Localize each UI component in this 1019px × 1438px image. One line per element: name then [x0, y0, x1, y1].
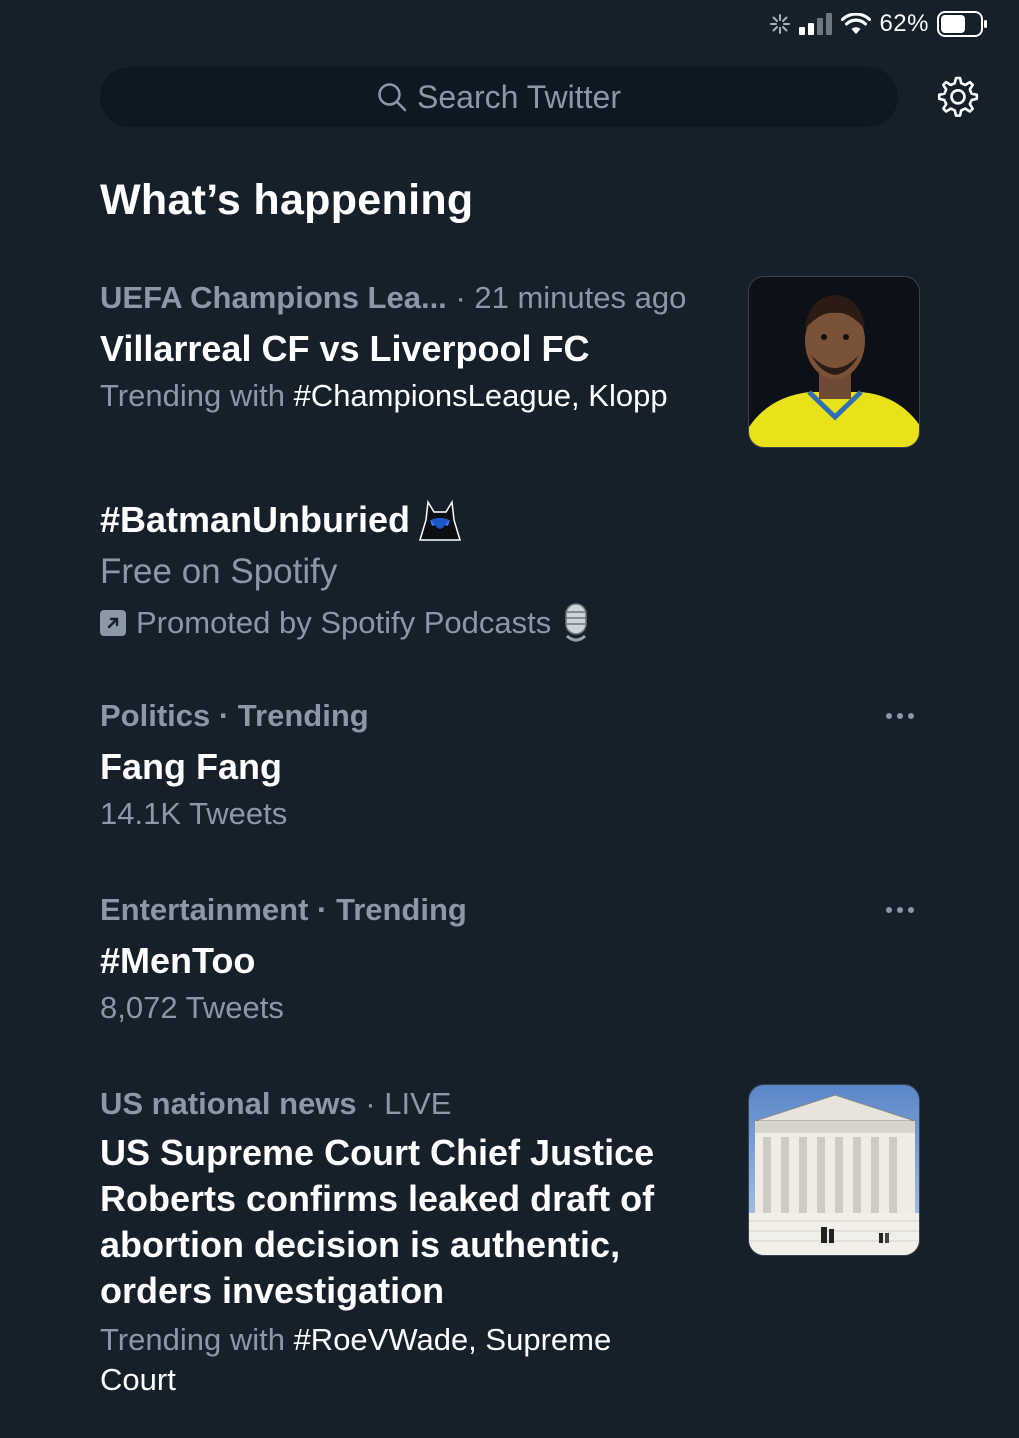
trend-tweet-count: 14.1K Tweets [100, 796, 288, 831]
wifi-icon [841, 13, 872, 34]
trend-item[interactable]: Politics · Trending Fang Fang 14.1K Twee… [100, 694, 920, 844]
trend-headline-row: #BatmanUnburied [100, 496, 920, 544]
trend-headline: Fang Fang [100, 746, 282, 787]
battery-icon [937, 11, 987, 37]
trend-category: Politics · Trending [100, 694, 920, 738]
trend-category: US national news [100, 1086, 357, 1121]
headline-line: Roberts confirms leaked draft of [100, 1178, 655, 1219]
trend-context-hashtags-cont: Court [100, 1362, 176, 1397]
gear-icon[interactable] [936, 75, 980, 119]
trend-item[interactable]: UEFA Champions Lea... · 21 minutes ago V… [100, 276, 920, 456]
trend-category-text: Entertainment · Trending [100, 892, 467, 927]
trend-context-hashtags: #ChampionsLeague, Klopp [293, 378, 668, 413]
status-bar: 62% [769, 8, 989, 40]
footballer-image [749, 277, 919, 447]
trend-thumbnail[interactable] [748, 1084, 920, 1256]
trend-category-text: Politics · Trending [100, 698, 369, 733]
batman-emoji-icon [419, 499, 462, 541]
microphone-emoji-icon [565, 603, 588, 642]
trend-context-prefix: Trending with [100, 1322, 294, 1357]
activity-icon [770, 14, 791, 34]
search-placeholder: Search Twitter [417, 78, 621, 115]
section-title: What’s happening [100, 176, 474, 224]
trend-item[interactable]: Entertainment · Trending #MenToo 8,072 T… [100, 888, 920, 1038]
trend-tweet-count: 8,072 Tweets [100, 990, 284, 1025]
headline-line: orders investigation [100, 1270, 445, 1311]
explore-page: 62% Search Twitter What’s happening UEFA… [0, 0, 1019, 1438]
trend-headline: #MenToo [100, 940, 256, 981]
trend-item[interactable]: US national news · LIVE US Supreme Court… [100, 1082, 920, 1412]
trend-thumbnail[interactable] [748, 276, 920, 448]
supreme-court-image [749, 1085, 919, 1255]
trend-category: UEFA Champions Lea... [100, 280, 447, 315]
trend-headline: US Supreme Court Chief Justice Roberts c… [100, 1130, 720, 1314]
battery-percent: 62% [879, 10, 929, 37]
headline-line: US Supreme Court Chief Justice [100, 1132, 655, 1173]
trend-headline: #BatmanUnburied [100, 499, 411, 540]
trend-context-prefix: Trending with [100, 378, 294, 413]
trend-context: Trending with #RoeVWade, Supreme Court [100, 1320, 920, 1400]
search-icon [378, 83, 407, 112]
more-icon[interactable] [884, 706, 916, 726]
promoted-trend[interactable]: #BatmanUnburied Free on Spotify Promoted… [100, 496, 920, 656]
headline-line: abortion decision is authentic, [100, 1224, 621, 1265]
trend-time: · 21 minutes ago [455, 280, 687, 315]
search-input[interactable]: Search Twitter [100, 67, 898, 127]
trend-time: · LIVE [365, 1086, 452, 1121]
trend-context-hashtags: #RoeVWade, Supreme [293, 1322, 612, 1357]
promoted-by-text: Promoted by Spotify Podcasts [136, 605, 552, 640]
promo-subtitle: Free on Spotify [100, 552, 338, 591]
promoted-icon [100, 610, 126, 636]
signal-icon [799, 13, 833, 35]
more-icon[interactable] [884, 900, 916, 920]
trend-category: Entertainment · Trending [100, 888, 920, 932]
search-row: Search Twitter [100, 67, 980, 127]
promoted-label: Promoted by Spotify Podcasts [100, 602, 920, 644]
